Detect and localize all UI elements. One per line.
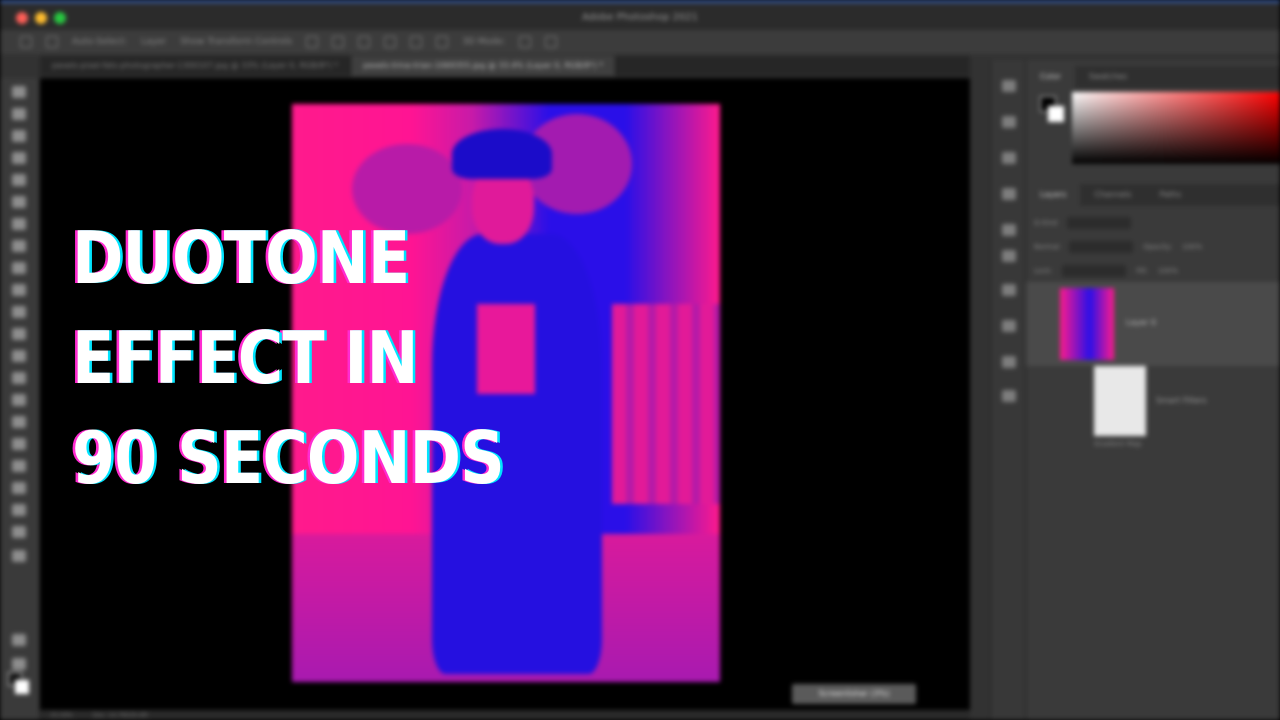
opacity-field[interactable]: 100%: [1182, 243, 1202, 251]
kind-filter-dropdown[interactable]: Q Kind: [1034, 219, 1057, 227]
headline-line-3: 90 SECONDS: [72, 416, 505, 500]
layers-panel-tabs: Layers Channels Paths: [1026, 184, 1280, 206]
show-transform-controls-checkbox[interactable]: Show Transform Controls: [180, 37, 292, 47]
shape-tool-icon[interactable]: [12, 482, 26, 494]
eraser-tool-icon[interactable]: [12, 328, 26, 340]
lock-row: Lock: Fill: 100%: [1034, 264, 1178, 278]
more-tools-icon[interactable]: [12, 550, 26, 562]
smart-filters-label: Smart Filters: [1156, 396, 1207, 405]
tab-swatches[interactable]: Swatches: [1075, 66, 1141, 88]
dodge-tool-icon[interactable]: [12, 394, 26, 406]
zoom-readout[interactable]: 33.34%: [50, 712, 73, 719]
pen-tool-icon[interactable]: [12, 416, 26, 428]
align-middle-icon[interactable]: [410, 36, 423, 48]
orbit-3d-icon[interactable]: [519, 36, 532, 48]
tab-color[interactable]: Color: [1026, 66, 1075, 88]
fill-field[interactable]: 100%: [1158, 267, 1178, 275]
lasso-tool-icon[interactable]: [12, 130, 26, 142]
fill-label: Fill:: [1136, 267, 1149, 275]
move-tool-icon[interactable]: [46, 36, 58, 48]
align-center-icon[interactable]: [332, 36, 345, 48]
document-tab-1[interactable]: pexels-pixel-fats-photographer-1300107.j…: [40, 56, 352, 76]
headline-line-2: EFFECT IN: [72, 316, 418, 400]
color-picker-field[interactable]: [1072, 92, 1280, 164]
align-left-icon[interactable]: [306, 36, 319, 48]
blur-tool-icon[interactable]: [12, 372, 26, 384]
healing-brush-tool-icon[interactable]: [12, 240, 26, 252]
options-bar: Auto-Select: Layer Show Transform Contro…: [0, 30, 1280, 54]
glyphs-panel-icon[interactable]: [1002, 356, 1016, 368]
clone-stamp-tool-icon[interactable]: [12, 284, 26, 296]
quick-select-tool-icon[interactable]: [12, 152, 26, 164]
history-brush-tool-icon[interactable]: [12, 306, 26, 318]
photo-balustrade: [612, 304, 720, 504]
character-panel-icon[interactable]: [1002, 284, 1016, 296]
home-icon[interactable]: [20, 36, 32, 48]
blend-mode-box[interactable]: [1069, 241, 1134, 253]
lock-label: Lock:: [1034, 267, 1053, 275]
type-tool-icon[interactable]: [12, 438, 26, 450]
layer-row-layer-0[interactable]: Layer 0: [1026, 282, 1280, 366]
quick-mask-icon[interactable]: [12, 634, 26, 646]
smart-filter-mask-thumbnail[interactable]: [1094, 366, 1146, 436]
libraries-panel-icon[interactable]: [1002, 390, 1016, 402]
actions-panel-icon[interactable]: [1002, 116, 1016, 128]
path-select-tool-icon[interactable]: [12, 460, 26, 472]
layer-filter-row: Q Kind: [1034, 216, 1132, 230]
3d-mode-label: 3D Mode:: [462, 37, 506, 47]
headline-line-1: DUOTONE: [72, 216, 410, 300]
align-bottom-icon[interactable]: [436, 36, 449, 48]
clone-source-panel-icon[interactable]: [1002, 188, 1016, 200]
tab-layers[interactable]: Layers: [1026, 184, 1081, 206]
canvas-tooltip: Screenlisher (3%): [792, 684, 916, 704]
eyedropper-tool-icon[interactable]: [12, 218, 26, 230]
background-color-swatch[interactable]: [15, 680, 29, 694]
document-tab-2[interactable]: pexels-trina-trian-1069355.jpg @ 33.4% (…: [351, 56, 617, 76]
adjustments-panel-icon[interactable]: [1002, 250, 1016, 262]
screen-mode-icon[interactable]: [12, 658, 26, 670]
move-tool-icon[interactable]: [12, 86, 26, 98]
collapsed-panels-strip: [990, 60, 1026, 720]
blend-row: Normal Opacity: 100%: [1034, 240, 1202, 254]
crop-tool-icon[interactable]: [12, 174, 26, 186]
tab-channels[interactable]: Channels: [1080, 184, 1145, 206]
align-right-icon[interactable]: [358, 36, 371, 48]
document-tab-bar: pexels-pixel-fats-photographer-1300107.j…: [40, 56, 970, 76]
marquee-tool-icon[interactable]: [12, 108, 26, 120]
brush-tool-icon[interactable]: [12, 262, 26, 274]
pan-3d-icon[interactable]: [545, 36, 558, 48]
properties-panel-icon[interactable]: [1002, 224, 1016, 236]
lock-icons-group[interactable]: [1062, 265, 1127, 277]
tools-panel: [0, 78, 40, 720]
frame-tool-icon[interactable]: [12, 196, 26, 208]
right-panels: Color Swatches Layers Channels Paths Q K…: [1026, 60, 1280, 720]
photo-shirt: [477, 304, 535, 394]
color-panel-tabs: Color Swatches: [1026, 66, 1280, 88]
zoom-tool-icon[interactable]: [12, 526, 26, 538]
auto-select-label: Auto-Select:: [72, 37, 128, 47]
layer-name: Layer 0: [1126, 318, 1156, 327]
color-panel-background-swatch[interactable]: [1048, 106, 1064, 122]
title-bar: Adobe Photoshop 2021: [0, 0, 1280, 30]
paragraph-panel-icon[interactable]: [1002, 320, 1016, 332]
opacity-label: Opacity:: [1143, 243, 1173, 251]
history-panel-icon[interactable]: [1002, 80, 1016, 92]
align-top-icon[interactable]: [384, 36, 397, 48]
blend-mode-dropdown[interactable]: Normal: [1034, 243, 1059, 251]
auto-select-dropdown[interactable]: Layer: [141, 37, 166, 47]
layer-thumbnail: [1060, 288, 1114, 360]
document-info[interactable]: Doc: 14.7M/29.4M: [93, 712, 148, 719]
headline-title: DUOTONE EFFECT IN 90 SECONDS: [72, 208, 505, 508]
brush-panel-icon[interactable]: [1002, 152, 1016, 164]
gradient-map-filter[interactable]: Gradient Map: [1094, 440, 1141, 448]
gradient-tool-icon[interactable]: [12, 350, 26, 362]
hand-tool-icon[interactable]: [12, 504, 26, 516]
status-bar: 33.34% Doc: 14.7M/29.4M: [40, 710, 970, 720]
app-title: Adobe Photoshop 2021: [582, 12, 698, 23]
filter-icons-group[interactable]: [1067, 217, 1132, 229]
tab-paths[interactable]: Paths: [1146, 184, 1196, 206]
photo-hat: [452, 129, 552, 179]
